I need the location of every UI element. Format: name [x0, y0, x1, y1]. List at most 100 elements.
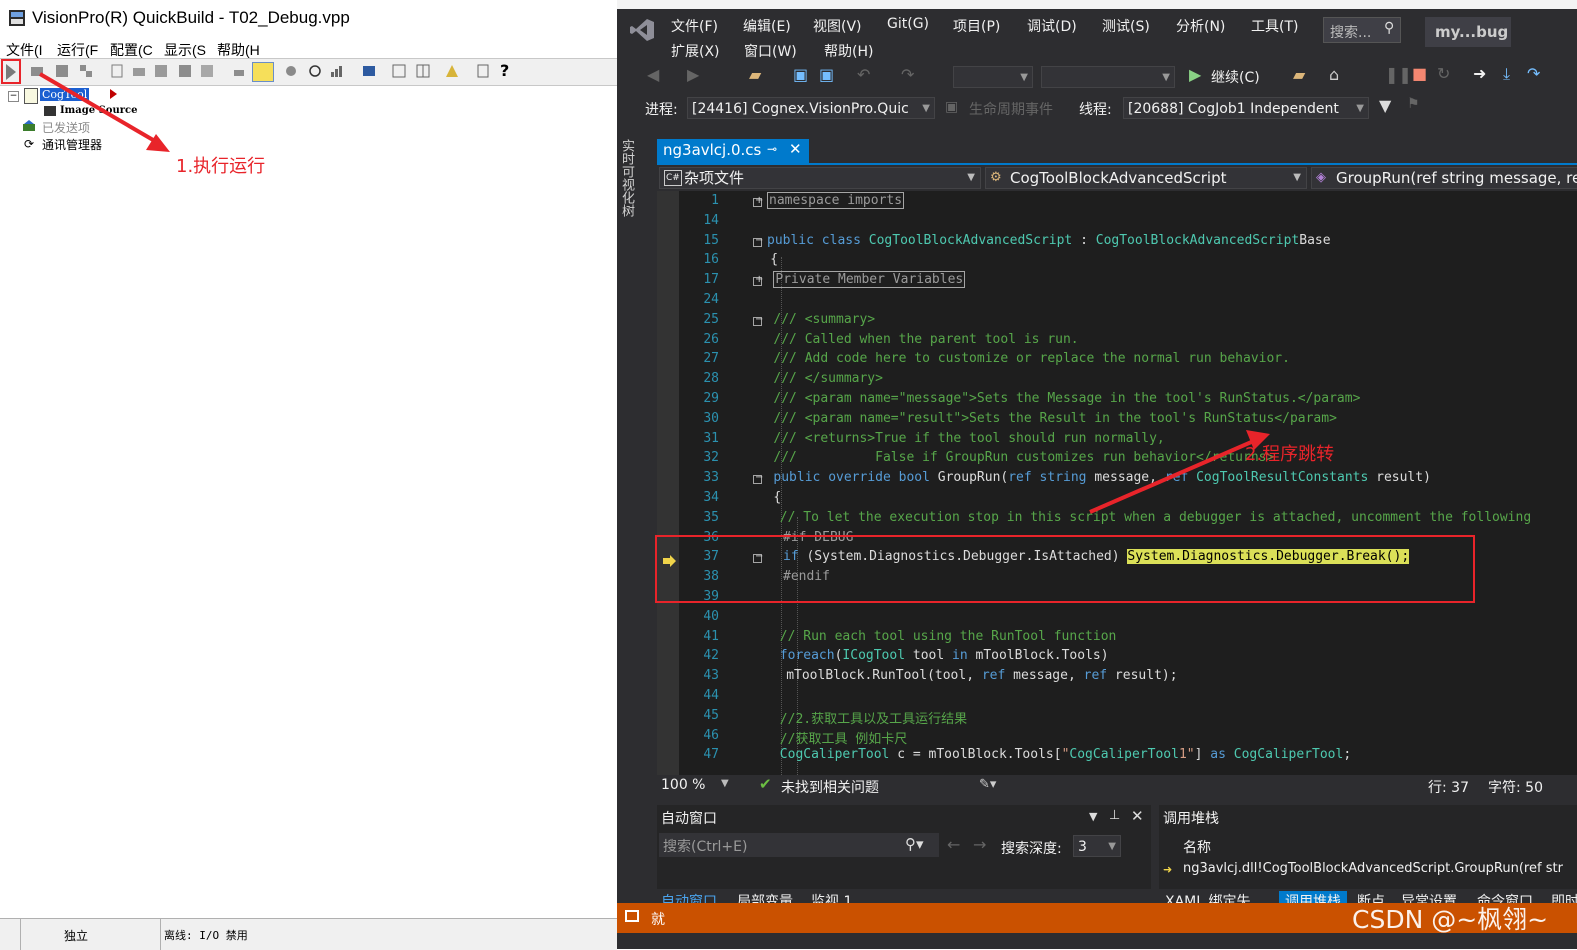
line-number: 14 [679, 213, 719, 228]
redo-icon[interactable]: ↷ [901, 65, 914, 84]
vs-left-tool-strip: 实时可视化树 [617, 139, 639, 909]
nav-forward-icon[interactable]: ▶ [687, 65, 699, 84]
continue-button[interactable]: 继续(C) [1211, 67, 1260, 87]
breakpoint-margin[interactable] [657, 191, 679, 775]
vs-menu-analyze[interactable]: 分析(N) [1176, 16, 1225, 36]
outline-toggle-icon[interactable]: − [753, 317, 762, 326]
vs-document-tabs: ng3avlcj.0.cs ⊸ ✕ [657, 139, 1577, 165]
code-line: { [773, 490, 781, 505]
home-icon[interactable]: ⌂ [1329, 65, 1339, 84]
pin-icon[interactable]: ⊸ [767, 142, 777, 156]
no-issues-icon: ✔ [759, 775, 772, 793]
nav-class-dropdown[interactable]: ⚙ CogToolBlockAdvancedScript ▼ [985, 167, 1307, 189]
process-value: [24416] Cognex.VisionPro.Quic [692, 101, 909, 117]
vs-menu-project[interactable]: 项目(P) [953, 16, 1000, 36]
bottom-tool-windows: 自动窗口 ▼ ⊥ ✕ 搜索(Ctrl+E) ⚲▾ ← → 搜索深度: 3 ▼ 自动… [657, 805, 1577, 913]
zoom-level[interactable]: 100 % [661, 777, 705, 793]
vs-menu-debug[interactable]: 调试(D) [1027, 16, 1077, 36]
nav-project-value: 杂项文件 [684, 169, 744, 187]
autos-search-placeholder: 搜索(Ctrl+E) [663, 836, 747, 856]
process-dropdown[interactable]: [24416] Cognex.VisionPro.Quic ▼ [687, 97, 935, 119]
annotation-step1: 1.执行运行 [176, 152, 265, 178]
step-over-icon[interactable]: ↷ [1527, 64, 1540, 83]
csharp-file-icon: C# [664, 170, 682, 186]
code-line: /// Called when the parent tool is run. [773, 332, 1078, 347]
vs-menu-extensions[interactable]: 扩展(X) [671, 41, 720, 61]
code-line: //获取工具 例如卡尺 [780, 728, 907, 747]
outline-toggle-icon[interactable]: + [753, 277, 762, 286]
vp-statusbar: 独立 离线: I/O 禁用 [0, 918, 617, 950]
process-label: 进程: [645, 99, 678, 119]
save-all-icon[interactable]: ▣ [819, 65, 834, 84]
vs-menu-help[interactable]: 帮助(H) [824, 41, 873, 61]
nav-project-dropdown[interactable]: C# 杂项文件 ▼ [659, 167, 981, 189]
filter-icon[interactable]: ▼ [1379, 96, 1391, 115]
folder-icon[interactable]: ▰ [1293, 65, 1305, 84]
status-divider [160, 919, 161, 950]
outline-toggle-icon[interactable]: − [753, 238, 762, 247]
step-into-icon[interactable]: ⤓ [1503, 64, 1510, 84]
restart-icon[interactable]: ↻ [1437, 64, 1450, 83]
line-number: 30 [679, 411, 719, 426]
status-mode: 独立 [64, 927, 88, 944]
solution-config-dropdown[interactable]: ▼ [953, 66, 1033, 88]
window-position-icon[interactable]: ▼ [1089, 810, 1097, 823]
close-window-icon[interactable]: ✕ [1131, 807, 1144, 825]
vs-menu-file[interactable]: 文件(F) [671, 16, 718, 36]
method-icon: ◈ [1316, 168, 1326, 188]
callstack-row[interactable]: ng3avlcj.dll!CogToolBlockAdvancedScript.… [1183, 861, 1563, 876]
lifecycle-events[interactable]: 生命周期事件 [969, 99, 1053, 119]
search-icon: ⚲ [1384, 20, 1394, 36]
issues-text[interactable]: 未找到相关问题 [781, 777, 879, 797]
search-icon[interactable]: ⚲▾ [905, 835, 924, 853]
close-tab-icon[interactable]: ✕ [789, 140, 802, 158]
line-number: 27 [679, 351, 719, 366]
undo-icon[interactable]: ↶ [857, 65, 870, 84]
line-number: 35 [679, 510, 719, 525]
pin-window-icon[interactable]: ⊥ [1109, 808, 1120, 823]
solution-platform-dropdown[interactable]: ▼ [1041, 66, 1175, 88]
line-indicator: 行: 37 [1428, 777, 1469, 797]
vs-menu-test[interactable]: 测试(S) [1102, 16, 1150, 36]
show-next-statement-icon[interactable]: ➜ [1473, 64, 1486, 83]
outline-toggle-icon[interactable]: − [753, 475, 762, 484]
vs-menu-tools[interactable]: 工具(T) [1251, 16, 1298, 36]
outline-toggle-icon[interactable]: + [753, 198, 762, 207]
zoom-dropdown-icon[interactable]: ▼ [721, 778, 729, 789]
line-number: 45 [679, 708, 719, 723]
vs-menu-view[interactable]: 视图(V) [813, 16, 862, 36]
status-text: 就 [651, 909, 665, 929]
search-depth-dropdown[interactable]: 3 ▼ [1073, 835, 1121, 857]
lifecycle-icon[interactable]: ▣ [945, 99, 958, 115]
code-line: foreach(ICogTool tool in mToolBlock.Tool… [780, 648, 1109, 663]
vs-search-box[interactable]: 搜索... ⚲ [1323, 17, 1401, 43]
search-back-icon[interactable]: ← [947, 835, 960, 854]
continue-play-icon[interactable]: ▶ [1189, 65, 1201, 84]
stop-debug-icon[interactable]: ■ [1412, 64, 1427, 83]
code-line: { [770, 252, 778, 267]
vs-menu-window[interactable]: 窗口(W) [744, 41, 797, 61]
vs-menu-git[interactable]: Git(G) [887, 16, 929, 32]
save-icon[interactable]: ▣ [793, 65, 808, 84]
brush-icon[interactable]: ✎▾ [979, 777, 996, 792]
line-number: 42 [679, 648, 719, 663]
flag-icon[interactable]: ⚑ [1407, 96, 1420, 112]
vs-menu-edit[interactable]: 编辑(E) [743, 16, 791, 36]
open-folder-icon[interactable]: ▰ [749, 65, 761, 84]
search-forward-icon[interactable]: → [973, 835, 986, 854]
editor-status-row: 100 % ▼ ✔ 未找到相关问题 ✎▾ 行: 37 字符: 50 [657, 775, 1577, 797]
autos-search-box[interactable]: 搜索(Ctrl+E) ⚲▾ [659, 833, 939, 857]
status-window-icon [625, 910, 639, 922]
autos-title: 自动窗口 [661, 807, 717, 831]
thread-dropdown[interactable]: [20688] CogJob1 Independent ▼ [1123, 97, 1369, 119]
vs-solution-name-box[interactable]: my...bug [1425, 17, 1511, 47]
code-line: public class CogToolBlockAdvancedScript … [767, 233, 1331, 248]
search-depth-value: 3 [1078, 839, 1087, 855]
search-depth-label: 搜索深度: [1001, 838, 1062, 858]
pause-icon[interactable]: ❚❚ [1385, 65, 1412, 84]
line-number: 43 [679, 668, 719, 683]
nav-back-icon[interactable]: ◀ [647, 65, 659, 84]
live-visual-tree-tab[interactable]: 实时可视化树 [620, 139, 636, 217]
tab-ng3avlcj-cs[interactable]: ng3avlcj.0.cs ⊸ ✕ [657, 139, 809, 163]
nav-member-dropdown[interactable]: ◈ GroupRun(ref string message, re [1311, 167, 1577, 189]
